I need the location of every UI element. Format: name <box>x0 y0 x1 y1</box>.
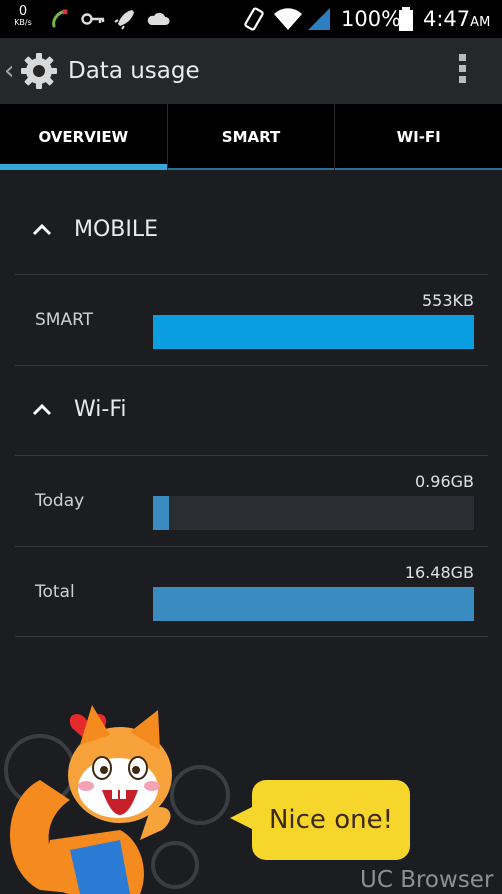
mascot-illustration[interactable] <box>0 690 502 894</box>
back-chevron-icon[interactable]: ‹ <box>4 56 14 86</box>
status-bar: 0 KB/s 100% 4:47AM <box>0 0 502 38</box>
usage-bar-track <box>153 496 474 530</box>
chevron-up-icon <box>32 224 52 236</box>
speech-bubble-tail <box>230 806 254 830</box>
tab-wifi-label: WI-FI <box>396 128 441 146</box>
clock-ampm: AM <box>470 15 491 30</box>
usage-row-total[interactable]: Total 16.48GB <box>0 547 502 637</box>
usage-row-today[interactable]: Today 0.96GB <box>0 456 502 546</box>
tab-overview-label: OVERVIEW <box>38 128 129 146</box>
brand-watermark: UC Browser <box>360 867 494 893</box>
usage-bar-track <box>153 315 474 349</box>
clock: 4:47AM <box>423 6 490 36</box>
settings-gear-icon[interactable] <box>19 51 59 91</box>
cloud-icon <box>147 12 170 25</box>
mobile-section-header[interactable]: MOBILE <box>0 185 502 275</box>
usage-row-label: SMART <box>35 310 94 330</box>
network-speed: 0 KB/s <box>12 5 34 27</box>
page-title: Data usage <box>68 58 200 84</box>
tab-smart[interactable]: SMART <box>166 104 335 170</box>
clock-time: 4:47 <box>423 7 471 31</box>
vibrate-icon <box>244 7 264 31</box>
action-bar: ‹ Data usage <box>0 38 502 104</box>
network-speed-value: 0 <box>18 4 28 19</box>
usage-bar-fill <box>153 587 474 621</box>
usage-bar-fill <box>153 496 170 530</box>
usage-row-value: 0.96GB <box>415 472 474 491</box>
battery-icon <box>399 7 413 31</box>
usage-row-value: 16.48GB <box>404 563 474 582</box>
usage-bar-track <box>153 587 474 621</box>
usage-row-smart[interactable]: SMART 553KB <box>0 275 502 365</box>
tab-overview[interactable]: OVERVIEW <box>0 104 167 170</box>
usage-row-value: 553KB <box>421 291 474 310</box>
speech-bubble-text: Nice one! <box>268 805 394 835</box>
usage-row-label: Total <box>35 582 75 602</box>
tab-wifi[interactable]: WI-FI <box>334 104 502 170</box>
wifi-icon <box>274 8 302 30</box>
divider <box>15 636 488 637</box>
usage-row-label: Today <box>35 491 85 511</box>
mobile-section-title: MOBILE <box>74 217 159 242</box>
overflow-menu-icon[interactable] <box>452 54 472 88</box>
battery-percent: 100% <box>341 7 402 31</box>
phone-missed-icon <box>52 9 68 28</box>
tab-smart-label: SMART <box>221 128 281 146</box>
wifi-section-title: Wi-Fi <box>74 397 127 422</box>
usage-bar-fill <box>153 315 474 349</box>
chevron-up-icon <box>32 404 52 416</box>
network-speed-unit: KB/s <box>14 18 32 27</box>
rocket-icon <box>114 10 134 30</box>
tab-bar: OVERVIEW SMART WI-FI <box>0 104 502 170</box>
key-icon <box>81 13 105 25</box>
wifi-section-header[interactable]: Wi-Fi <box>0 366 502 456</box>
signal-icon <box>308 8 330 30</box>
